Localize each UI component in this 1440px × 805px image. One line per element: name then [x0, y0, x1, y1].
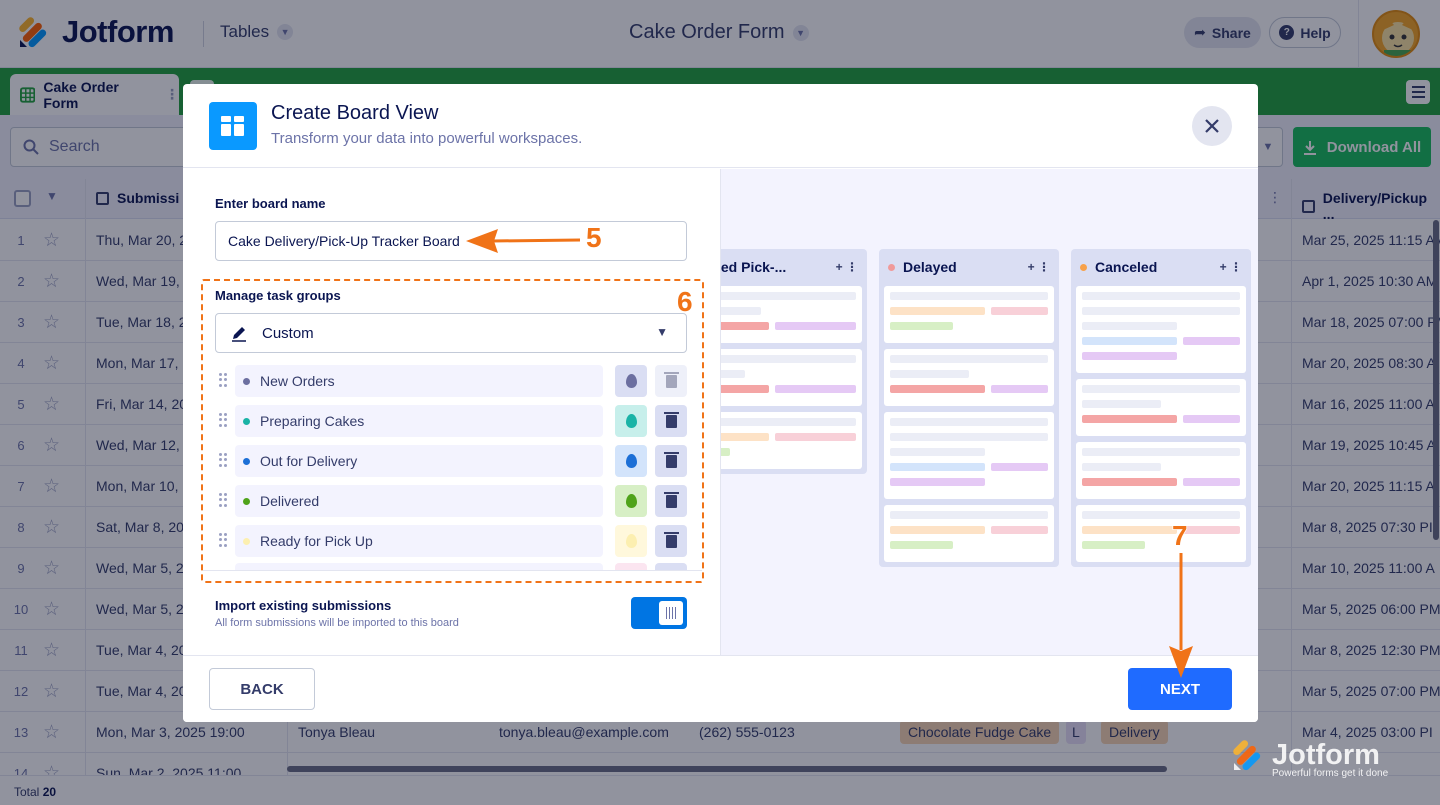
- delete-group-button[interactable]: [655, 405, 687, 437]
- step-7-annotation: 7: [1171, 519, 1188, 552]
- create-board-modal: Create Board View Transform your data in…: [183, 84, 1258, 722]
- jotform-watermark-icon: [1233, 740, 1261, 771]
- status-dot: [243, 377, 250, 385]
- next-button[interactable]: NEXT: [1128, 668, 1232, 710]
- import-title: Import existing submissions: [215, 598, 392, 613]
- color-picker-button[interactable]: [615, 445, 647, 477]
- color-drop-icon: [625, 374, 637, 388]
- pen-icon: [232, 327, 246, 342]
- preview-column-header: Delayed + ⋮: [884, 254, 1054, 280]
- trash-icon: [663, 491, 679, 508]
- task-group-label: Ready for Pick Up: [260, 533, 373, 549]
- task-group-row: Out for Delivery: [215, 445, 687, 477]
- column-actions-icon: + ⋮: [1219, 260, 1242, 274]
- task-group-name-input[interactable]: Ready for Pick Up: [235, 525, 603, 557]
- drag-handle-icon[interactable]: [219, 453, 227, 467]
- drag-handle-icon[interactable]: [219, 373, 227, 387]
- preview-card: [884, 349, 1054, 406]
- color-drop-icon: [625, 534, 637, 548]
- task-group-label: Delivered: [260, 493, 320, 509]
- status-dot: [243, 497, 250, 505]
- preview-column: Canceled + ⋮: [1071, 249, 1251, 567]
- back-button[interactable]: BACK: [209, 668, 315, 710]
- trash-icon: [663, 411, 679, 428]
- status-dot: [243, 457, 250, 465]
- task-group-label: Preparing Cakes: [260, 413, 365, 429]
- close-button[interactable]: [1192, 106, 1232, 146]
- preview-card: [884, 286, 1054, 343]
- trash-icon: [663, 371, 679, 388]
- modal-subtitle: Transform your data into powerful worksp…: [271, 130, 583, 147]
- task-group-row-partial: [215, 563, 687, 570]
- color-picker-button[interactable]: [615, 525, 647, 557]
- delete-group-button[interactable]: [655, 365, 687, 397]
- modal-footer: BACK NEXT: [183, 655, 1258, 722]
- preview-column: Delayed + ⋮: [879, 249, 1059, 567]
- board-name-label: Enter board name: [215, 196, 326, 211]
- preview-card: [1076, 286, 1246, 373]
- delete-group-button[interactable]: [655, 525, 687, 557]
- preview-card: [884, 505, 1054, 562]
- board-preview: pleted Pick-... + ⋮ Delayed + ⋮ Canceled + ⋮: [720, 169, 1258, 655]
- drag-handle-icon[interactable]: [219, 493, 227, 507]
- preview-column-label: Delayed: [903, 259, 957, 275]
- task-groups-select-value: Custom: [262, 324, 314, 342]
- step-5-annotation: 5: [585, 221, 602, 254]
- task-group-row: Ready for Pick Up: [215, 525, 687, 557]
- task-group-row: New Orders: [215, 365, 687, 397]
- preview-card: [884, 412, 1054, 499]
- task-group-row: Preparing Cakes: [215, 405, 687, 437]
- drag-handle-icon[interactable]: [219, 533, 227, 547]
- close-icon: [1205, 119, 1219, 133]
- toggle-knob: [659, 601, 683, 625]
- task-groups-select[interactable]: Custom ▼: [215, 313, 687, 353]
- board-view-icon: [209, 102, 257, 150]
- task-group-name-input[interactable]: New Orders: [235, 365, 603, 397]
- drag-handle-icon[interactable]: [219, 413, 227, 427]
- preview-card: [1076, 442, 1246, 499]
- divider: [203, 570, 702, 571]
- chevron-down-icon: ▼: [656, 325, 668, 339]
- preview-card: [721, 349, 862, 406]
- task-group-name-input[interactable]: Delivered: [235, 485, 603, 517]
- color-drop-icon: [625, 454, 637, 468]
- color-picker-button[interactable]: [615, 365, 647, 397]
- task-group-name-input[interactable]: Preparing Cakes: [235, 405, 603, 437]
- preview-card: [721, 412, 862, 469]
- delete-group-button[interactable]: [655, 485, 687, 517]
- task-group-label: Out for Delivery: [260, 453, 358, 469]
- manage-task-groups-label: Manage task groups: [215, 288, 341, 303]
- task-group-name-input[interactable]: Out for Delivery: [235, 445, 603, 477]
- column-actions-icon: + ⋮: [1027, 260, 1050, 274]
- preview-card: [721, 286, 862, 343]
- status-dot: [888, 263, 895, 271]
- status-dot: [243, 417, 250, 425]
- preview-card: [1076, 505, 1246, 562]
- modal-title: Create Board View: [271, 102, 439, 124]
- color-drop-icon: [625, 494, 637, 508]
- status-dot: [1080, 263, 1087, 271]
- task-group-row: Delivered: [215, 485, 687, 517]
- modal-header: Create Board View Transform your data in…: [183, 84, 1258, 168]
- color-drop-icon: [625, 414, 637, 428]
- trash-icon: [663, 451, 679, 468]
- color-picker-button[interactable]: [615, 485, 647, 517]
- step-6-annotation: 6: [676, 285, 693, 318]
- delete-group-button[interactable]: [655, 445, 687, 477]
- task-group-label: New Orders: [260, 373, 335, 389]
- preview-column: pleted Pick-... + ⋮: [720, 249, 867, 474]
- board-name-input[interactable]: Cake Delivery/Pick-Up Tracker Board: [215, 221, 687, 261]
- preview-column-header: pleted Pick-... + ⋮: [720, 254, 862, 280]
- preview-card: [1076, 379, 1246, 436]
- preview-column-label: pleted Pick-...: [720, 259, 787, 275]
- import-toggle[interactable]: [631, 597, 687, 629]
- status-dot: [243, 537, 250, 545]
- preview-column-label: Canceled: [1095, 259, 1158, 275]
- column-actions-icon: + ⋮: [835, 260, 858, 274]
- preview-column-header: Canceled + ⋮: [1076, 254, 1246, 280]
- import-subtitle: All form submissions will be imported to…: [215, 617, 459, 629]
- jotform-watermark: Jotform Powerful forms get it done: [1232, 738, 1388, 779]
- color-picker-button[interactable]: [615, 405, 647, 437]
- trash-icon: [663, 531, 679, 548]
